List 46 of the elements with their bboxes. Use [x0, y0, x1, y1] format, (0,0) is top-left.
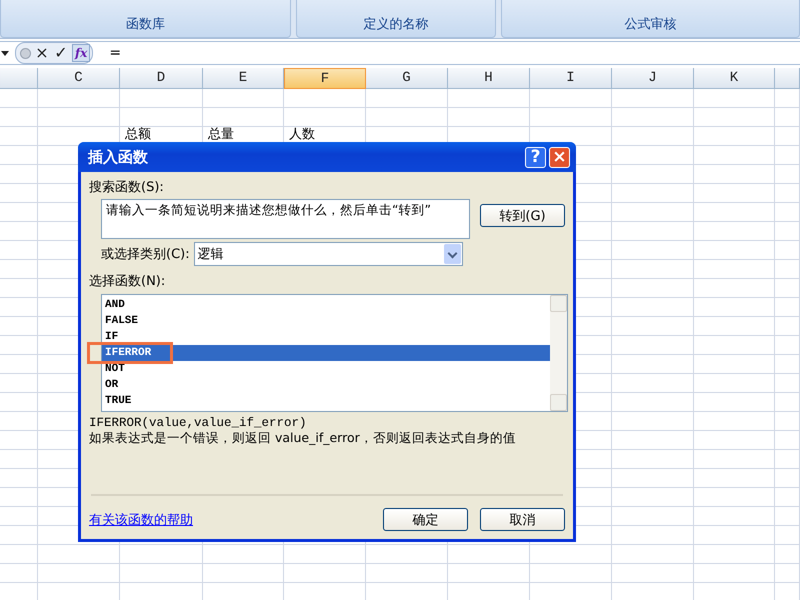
group-label: 定义的名称 [364, 16, 428, 33]
list-item[interactable]: FALSE [102, 313, 550, 329]
list-item[interactable]: IF [102, 329, 550, 345]
table-cell: 总量 [208, 127, 234, 142]
list-item[interactable]: IFERROR [102, 345, 550, 361]
column-header[interactable]: D [120, 68, 203, 89]
column-header[interactable] [775, 68, 800, 89]
column-header[interactable]: G [366, 68, 448, 89]
column-header[interactable]: E [203, 68, 284, 89]
close-button[interactable]: × [549, 146, 570, 168]
field-label: 选择函数(N): [89, 273, 166, 290]
formula-field[interactable]: = [109, 45, 800, 61]
column-header[interactable]: H [448, 68, 530, 89]
function-signature: IFERROR(value,value_if_error) [89, 416, 308, 430]
dialog-title: 插入函数 [88, 148, 148, 166]
list-item[interactable]: NOT [102, 361, 550, 377]
function-description: 如果表达式是一个错误，则返回 value_if_error，否则返回表达式自身的值 [89, 430, 517, 447]
group-label: 公式审核 [624, 16, 676, 33]
column-header[interactable]: I [530, 68, 612, 89]
list-item[interactable]: OR [102, 377, 550, 393]
help-button[interactable]: ? [525, 146, 546, 168]
category-dropdown[interactable]: 逻辑 [194, 242, 463, 266]
column-header[interactable]: F [284, 68, 366, 89]
scrollbar[interactable] [550, 295, 567, 411]
insert-function-button[interactable]: fx [72, 44, 90, 62]
group-label: 函数库 [126, 16, 165, 33]
table-cell: 人数 [289, 127, 315, 142]
table-cell: 总额 [125, 127, 151, 142]
enter-button[interactable]: ✓ [53, 44, 69, 62]
grip-icon [20, 48, 31, 58]
field-label: 或选择类别(C): [101, 246, 190, 263]
column-header[interactable]: K [694, 68, 775, 89]
help-link[interactable]: 有关该函数的帮助 [89, 510, 193, 528]
function-list[interactable]: AND FALSE IF IFERROR NOT OR TRUE [101, 294, 568, 412]
column-header[interactable] [0, 68, 38, 89]
ok-button[interactable]: 确定 [383, 508, 468, 531]
list-item[interactable]: TRUE [102, 393, 550, 409]
go-button[interactable]: 转到(G) [480, 204, 565, 227]
cancel-button[interactable]: × [34, 44, 50, 62]
field-label: 搜索函数(S): [89, 179, 165, 196]
list-item[interactable]: AND [102, 297, 550, 313]
search-field[interactable]: 请输入一条简短说明来描述您想做什么，然后单击“转到” [101, 199, 470, 239]
cancel-button[interactable]: 取消 [480, 508, 565, 531]
column-header[interactable]: C [38, 68, 120, 89]
column-header[interactable]: J [612, 68, 694, 89]
caret-icon[interactable] [1, 50, 9, 56]
